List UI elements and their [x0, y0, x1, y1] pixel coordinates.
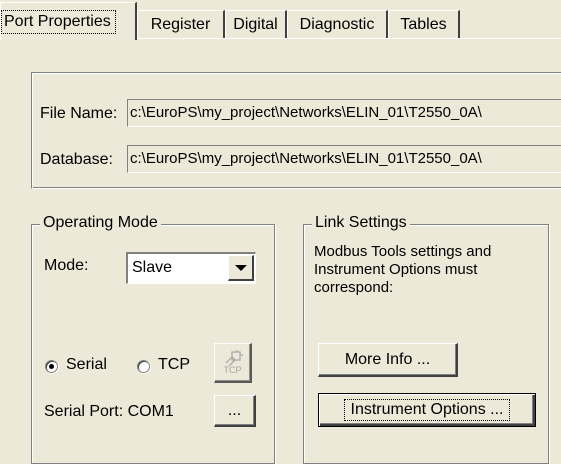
- browse-label: ...: [227, 401, 242, 419]
- chevron-down-icon: [234, 264, 247, 271]
- serial-port-label: Serial Port: COM1: [44, 403, 174, 420]
- tab-register[interactable]: Register: [137, 10, 225, 38]
- tab-label: Digital: [233, 15, 278, 33]
- mode-select[interactable]: Slave: [126, 252, 256, 284]
- tab-label: Register: [150, 15, 211, 33]
- radio-serial[interactable]: [45, 360, 58, 373]
- operating-mode-group: Operating Mode Mode: Slave Serial TCP TC…: [31, 214, 275, 464]
- link-settings-description: Modbus Tools settings and Instrument Opt…: [314, 243, 492, 296]
- file-name-label: File Name:: [40, 105, 118, 122]
- tcp-button-caption: TCP: [223, 365, 242, 375]
- mode-value: Slave: [132, 259, 173, 276]
- tab-baseline: [135, 38, 561, 39]
- file-info-panel: File Name: c:\EuroPS\my_project\Networks…: [31, 72, 561, 189]
- tab-strip: Port Properties Register Digital Diagnos…: [0, 0, 561, 40]
- database-label: Database:: [40, 151, 113, 168]
- link-settings-title: Link Settings: [312, 214, 410, 232]
- instrument-options-label: Instrument Options ...: [343, 399, 511, 421]
- radio-tcp[interactable]: [137, 360, 150, 373]
- radio-selected-dot: [49, 364, 54, 369]
- tab-label: Port Properties: [1, 9, 116, 34]
- tab-tables[interactable]: Tables: [388, 10, 460, 38]
- tab-digital[interactable]: Digital: [225, 10, 287, 38]
- radio-serial-label[interactable]: Serial: [66, 356, 107, 374]
- link-settings-group: Link Settings Modbus Tools settings and …: [303, 214, 549, 464]
- file-name-field[interactable]: c:\EuroPS\my_project\Networks\ELIN_01\T2…: [127, 99, 561, 127]
- serial-port-browse-button[interactable]: ...: [214, 395, 256, 427]
- tab-label: Tables: [400, 15, 447, 33]
- tab-diagnostic[interactable]: Diagnostic: [287, 10, 388, 38]
- tcp-plug-icon: [225, 350, 243, 366]
- more-info-button[interactable]: More Info ...: [318, 343, 458, 377]
- mode-label: Mode:: [44, 257, 89, 274]
- more-info-label: More Info ...: [344, 350, 431, 368]
- database-field[interactable]: c:\EuroPS\my_project\Networks\ELIN_01\T2…: [127, 145, 561, 173]
- operating-mode-title: Operating Mode: [40, 214, 161, 232]
- tab-label: Diagnostic: [299, 15, 375, 33]
- tcp-settings-button[interactable]: TCP: [214, 343, 252, 383]
- tab-port-properties[interactable]: Port Properties: [0, 2, 137, 40]
- mode-dropdown-button[interactable]: [228, 255, 254, 281]
- radio-tcp-label[interactable]: TCP: [158, 356, 190, 374]
- instrument-options-button[interactable]: Instrument Options ...: [318, 393, 536, 427]
